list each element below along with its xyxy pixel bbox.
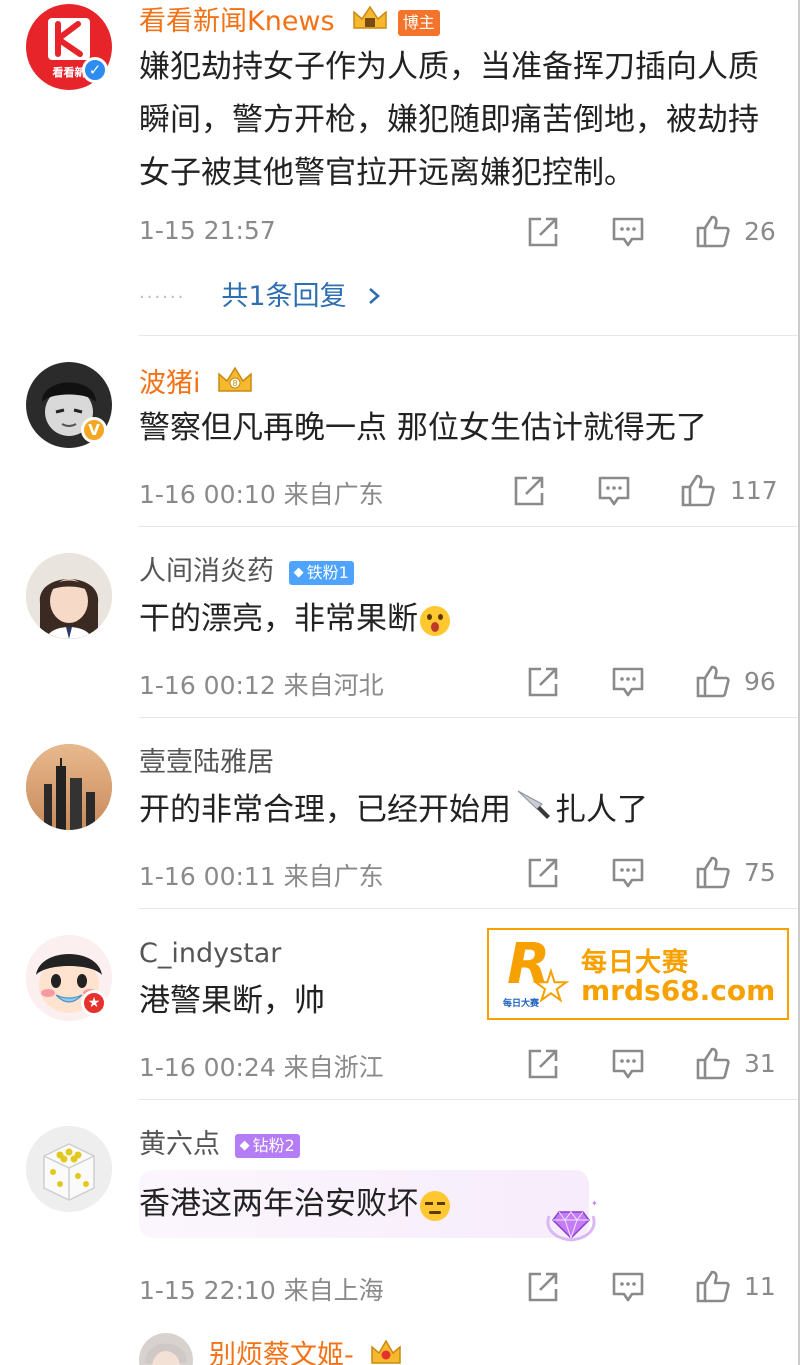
comment-text: 干的漂亮，非常果断	[139, 593, 779, 646]
fan-badge: ◆ 铁粉1	[288, 560, 354, 585]
like-icon[interactable]	[695, 1046, 731, 1084]
like-count: 96	[744, 667, 776, 696]
avatar[interactable]	[139, 1333, 193, 1365]
logo-small-text: 每日大赛	[503, 999, 540, 1009]
watermark-logo: R ★ 每日大赛	[503, 932, 571, 1012]
comment-item: 别烦蔡文姬-	[0, 1323, 800, 1365]
comment-time: 1-16 00:24 来自浙江	[139, 1053, 384, 1082]
comment-text: 香港这两年治安败坏	[139, 1178, 779, 1231]
like-count: 117	[730, 476, 778, 505]
svg-text:✦: ✦	[591, 1199, 598, 1208]
comment-item: 看看新 ✓ 看看新闻Knews 博主 嫌犯劫持女子作为人质，当准备挥刀插向人质瞬…	[0, 0, 800, 335]
username[interactable]: 看看新闻Knews 博主	[139, 4, 440, 41]
share-icon[interactable]	[526, 215, 560, 253]
surprised-emoji-icon	[420, 605, 450, 636]
comment-time: 1-16 00:12 来自河北	[139, 671, 384, 700]
like-count: 31	[744, 1049, 776, 1078]
comment-text: 警察但凡再晚一点 那位女生估计就得无了	[139, 410, 707, 446]
username-text[interactable]: 黄六点	[139, 1129, 220, 1160]
like-icon[interactable]	[695, 855, 731, 893]
comment-icon[interactable]	[597, 475, 631, 511]
share-icon[interactable]	[526, 856, 560, 894]
blogger-badge: 博主	[397, 9, 440, 36]
comment-time: 1-16 00:11 来自广东	[139, 862, 384, 891]
username-text[interactable]: 人间消炎药	[139, 556, 274, 587]
comment-time: 1-16 00:10 来自广东	[139, 480, 384, 509]
comment-feed: 看看新 ✓ 看看新闻Knews 博主 嫌犯劫持女子作为人质，当准备挥刀插向人质瞬…	[0, 0, 800, 1365]
share-icon[interactable]	[526, 1270, 560, 1308]
comment-icon[interactable]	[611, 216, 645, 252]
comment-icon[interactable]	[611, 1271, 645, 1307]
comment-text-before: 开的非常合理，已经开始用	[139, 792, 511, 828]
smirk-emoji-icon	[420, 1190, 450, 1221]
comment-text-after: 扎人了	[555, 792, 648, 828]
comment-icon[interactable]	[611, 857, 645, 893]
username[interactable]: 黄六点 ◆ 钻粉2	[139, 1128, 300, 1162]
verified-icon: ✓	[82, 57, 108, 83]
avatar[interactable]	[26, 553, 112, 639]
replies-text[interactable]: 共1条回复	[221, 281, 346, 312]
share-icon[interactable]	[526, 665, 560, 703]
username-text[interactable]: 波猪i	[139, 368, 201, 399]
username[interactable]: 人间消炎药 ◆ 铁粉1	[139, 555, 354, 589]
comment-icon[interactable]	[611, 666, 645, 702]
verified-icon: V	[81, 417, 107, 443]
comment-item: V 波猪i 8 警察但凡再晚一点 那位女生估计就得无了 1-16 00:10 来…	[0, 336, 800, 526]
crown-icon	[351, 4, 389, 41]
like-icon[interactable]	[695, 664, 731, 702]
diamond-icon: ◆	[293, 564, 304, 580]
like-icon[interactable]	[680, 473, 716, 511]
like-icon[interactable]	[695, 214, 731, 252]
comment-text: 开的非常合理，已经开始用 扎人了	[139, 784, 779, 838]
replies-link[interactable]: ······ 共1条回复	[139, 274, 381, 313]
comment-text: 嫌犯劫持女子作为人质，当准备挥刀插向人质瞬间，警方开枪，嫌犯随即痛苦倒地，被劫持…	[139, 49, 759, 191]
star-badge-icon: ★	[81, 990, 107, 1016]
username-text[interactable]: 壹壹陆雅居	[139, 747, 274, 778]
comment-icon[interactable]	[611, 1048, 645, 1084]
username-text[interactable]: C_indystar	[139, 938, 281, 969]
fan-badge-label: 铁粉1	[306, 562, 349, 582]
diamond-fan-decoration-icon: ✦	[543, 1198, 599, 1248]
watermark-banner: R ★ 每日大赛 每日大赛 mrds68.com	[487, 928, 789, 1020]
comment-text-content: 香港这两年治安败坏	[139, 1186, 418, 1222]
like-count: 11	[744, 1272, 776, 1301]
share-icon[interactable]	[526, 1047, 560, 1085]
comment-time: 1-15 21:57	[139, 216, 276, 245]
svg-text:8: 8	[233, 379, 238, 388]
comment-item: 黄六点 ◆ 钻粉2 香港这两年治安败坏 ✦ 1-15 22:10 来自上海 11	[0, 1100, 800, 1323]
diamond-icon: ◆	[239, 1137, 250, 1153]
crown-icon	[368, 1337, 404, 1365]
watermark-url: mrds68.com	[581, 974, 776, 1007]
username-text[interactable]: 看看新闻Knews	[139, 6, 335, 37]
username[interactable]: 别烦蔡文姬-	[209, 1337, 404, 1365]
comment-item: 壹壹陆雅居 开的非常合理，已经开始用 扎人了 1-16 00:11 来自广东 7…	[0, 718, 800, 908]
knife-emoji-icon	[515, 785, 551, 838]
crown-icon: 8	[215, 364, 255, 405]
avatar[interactable]	[26, 744, 112, 830]
like-icon[interactable]	[695, 1269, 731, 1307]
reply-dots: ······	[139, 287, 186, 308]
fan-badge: ◆ 钻粉2	[234, 1133, 300, 1158]
like-count: 26	[744, 217, 776, 246]
username[interactable]: 壹壹陆雅居	[139, 746, 274, 780]
avatar[interactable]	[26, 1126, 112, 1212]
chevron-right-icon	[367, 282, 381, 313]
username-text[interactable]: 别烦蔡文姬-	[209, 1340, 354, 1365]
comment-text-content: 干的漂亮，非常果断	[139, 601, 418, 637]
comment-item: 人间消炎药 ◆ 铁粉1 干的漂亮，非常果断 1-16 00:12 来自河北 96	[0, 527, 800, 717]
username[interactable]: C_indystar	[139, 937, 281, 971]
fan-badge-label: 钻粉2	[252, 1135, 295, 1155]
username[interactable]: 波猪i 8	[139, 364, 255, 405]
like-count: 75	[744, 858, 776, 887]
share-icon[interactable]	[512, 474, 546, 512]
comment-time: 1-15 22:10 来自上海	[139, 1276, 384, 1305]
